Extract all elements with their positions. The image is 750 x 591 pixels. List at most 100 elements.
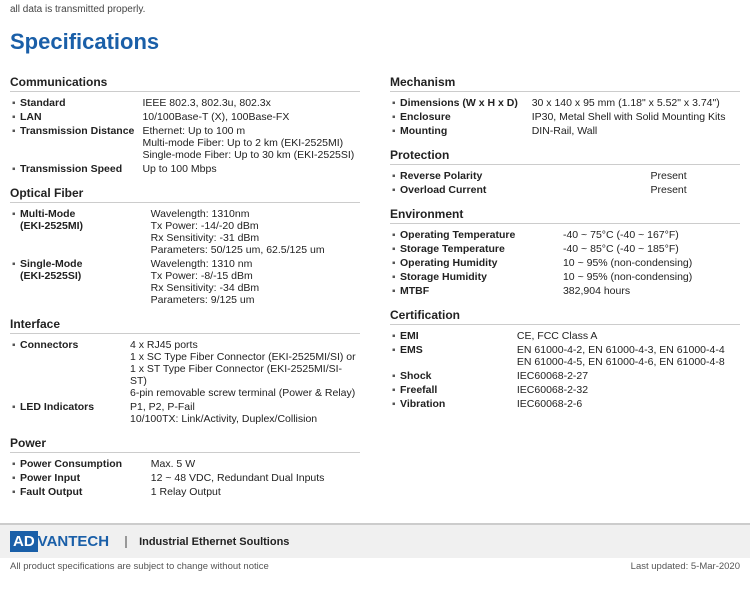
spec-value: -40 ~ 85°C (-40 ~ 185°F) xyxy=(561,242,740,256)
bullet-icon: ▪ xyxy=(390,369,398,383)
main-content: Specifications Communications ▪StandardIE… xyxy=(0,21,750,509)
spec-value: IEC60068-2-32 xyxy=(515,383,740,397)
footer: ADVANTECH Industrial Ethernet Soultions xyxy=(0,523,750,558)
bullet-icon: ▪ xyxy=(10,207,18,257)
bullet-icon: ▪ xyxy=(390,183,398,197)
table-row: ▪VibrationIEC60068-2-6 xyxy=(390,397,740,411)
left-column: Communications ▪StandardIEEE 802.3, 802.3… xyxy=(10,65,370,499)
table-row: ▪EMSEN 61000-4-2, EN 61000-4-3, EN 61000… xyxy=(390,343,740,369)
bullet-icon: ▪ xyxy=(10,162,18,176)
table-row: ▪Transmission SpeedUp to 100 Mbps xyxy=(10,162,360,176)
spec-table: ▪Operating Temperature-40 ~ 75°C (-40 ~ … xyxy=(390,228,740,298)
bullet-icon: ▪ xyxy=(10,485,18,499)
bullet-icon: ▪ xyxy=(10,457,18,471)
table-row: ▪Power ConsumptionMax. 5 W xyxy=(10,457,360,471)
bullet-icon: ▪ xyxy=(10,124,18,162)
spec-value: 10 ~ 95% (non-condensing) xyxy=(561,270,740,284)
spec-value: 4 x RJ45 ports1 x SC Type Fiber Connecto… xyxy=(128,338,360,400)
spec-table: ▪Dimensions (W x H x D)30 x 140 x 95 mm … xyxy=(390,96,740,138)
bullet-icon: ▪ xyxy=(390,397,398,411)
spec-label: Storage Humidity xyxy=(398,270,561,284)
spec-label: Reverse Polarity xyxy=(398,169,648,183)
spec-label: Connectors xyxy=(18,338,128,400)
bullet-icon: ▪ xyxy=(390,124,398,138)
spec-value: IEC60068-2-27 xyxy=(515,369,740,383)
table-row: ▪StandardIEEE 802.3, 802.3u, 802.3x xyxy=(10,96,360,110)
spec-value: Up to 100 Mbps xyxy=(140,162,360,176)
table-row: ▪MountingDIN-Rail, Wall xyxy=(390,124,740,138)
top-note: all data is transmitted properly. xyxy=(0,0,750,21)
spec-value: CE, FCC Class A xyxy=(515,329,740,343)
bullet-icon: ▪ xyxy=(390,343,398,369)
spec-value: IEC60068-2-6 xyxy=(515,397,740,411)
spec-value: IEEE 802.3, 802.3u, 802.3x xyxy=(140,96,360,110)
spec-table: ▪Power ConsumptionMax. 5 W▪Power Input12… xyxy=(10,457,360,499)
spec-value: 1 Relay Output xyxy=(149,485,360,499)
table-row: ▪Transmission DistanceEthernet: Up to 10… xyxy=(10,124,360,162)
table-row: ▪FreefallIEC60068-2-32 xyxy=(390,383,740,397)
footer-left-note: All product specifications are subject t… xyxy=(10,561,269,572)
spec-value: 382,904 hours xyxy=(561,284,740,298)
spec-label: Power Input xyxy=(18,471,149,485)
spec-value: P1, P2, P-Fail10/100TX: Link/Activity, D… xyxy=(128,400,360,426)
table-row: ▪Fault Output1 Relay Output xyxy=(10,485,360,499)
spec-label: Single-Mode(EKI-2525SI) xyxy=(18,257,149,307)
spec-value: 30 x 140 x 95 mm (1.18" x 5.52" x 3.74") xyxy=(530,96,740,110)
logo-vantech-part: VANTECH xyxy=(38,533,109,550)
table-row: ▪Power Input12 ~ 48 VDC, Redundant Dual … xyxy=(10,471,360,485)
section-title-mechanism: Mechanism xyxy=(390,75,740,92)
footer-logo: ADVANTECH xyxy=(10,531,109,552)
table-row: ▪Operating Humidity10 ~ 95% (non-condens… xyxy=(390,256,740,270)
table-row: ▪EnclosureIP30, Metal Shell with Solid M… xyxy=(390,110,740,124)
spec-value: EN 61000-4-2, EN 61000-4-3, EN 61000-4-4… xyxy=(515,343,740,369)
bullet-icon: ▪ xyxy=(10,110,18,124)
spec-label: EMI xyxy=(398,329,515,343)
spec-value: 10/100Base-T (X), 100Base-FX xyxy=(140,110,360,124)
table-row: ▪LAN10/100Base-T (X), 100Base-FX xyxy=(10,110,360,124)
spec-value: IP30, Metal Shell with Solid Mounting Ki… xyxy=(530,110,740,124)
spec-label: EMS xyxy=(398,343,515,369)
spec-label: Shock xyxy=(398,369,515,383)
spec-label: Dimensions (W x H x D) xyxy=(398,96,530,110)
spec-label: Power Consumption xyxy=(18,457,149,471)
page-title: Specifications xyxy=(10,29,740,55)
table-row: ▪Operating Temperature-40 ~ 75°C (-40 ~ … xyxy=(390,228,740,242)
bullet-icon: ▪ xyxy=(10,257,18,307)
spec-label: Freefall xyxy=(398,383,515,397)
spec-value: Max. 5 W xyxy=(149,457,360,471)
bullet-icon: ▪ xyxy=(390,284,398,298)
spec-label: Transmission Speed xyxy=(18,162,140,176)
section-title-interface: Interface xyxy=(10,317,360,334)
spec-value: Present xyxy=(648,169,740,183)
spec-label: LED Indicators xyxy=(18,400,128,426)
bullet-icon: ▪ xyxy=(390,256,398,270)
bullet-icon: ▪ xyxy=(390,270,398,284)
spec-label: Operating Humidity xyxy=(398,256,561,270)
table-row: ▪Storage Humidity10 ~ 95% (non-condensin… xyxy=(390,270,740,284)
bullet-icon: ▪ xyxy=(10,338,18,400)
spec-value: -40 ~ 75°C (-40 ~ 167°F) xyxy=(561,228,740,242)
spec-table: ▪Connectors4 x RJ45 ports1 x SC Type Fib… xyxy=(10,338,360,426)
table-row: ▪Connectors4 x RJ45 ports1 x SC Type Fib… xyxy=(10,338,360,400)
spec-table: ▪StandardIEEE 802.3, 802.3u, 802.3x▪LAN1… xyxy=(10,96,360,176)
bullet-icon: ▪ xyxy=(390,242,398,256)
section-title-environment: Environment xyxy=(390,207,740,224)
spec-label: Storage Temperature xyxy=(398,242,561,256)
section-title-power: Power xyxy=(10,436,360,453)
spec-label: Enclosure xyxy=(398,110,530,124)
bullet-icon: ▪ xyxy=(390,169,398,183)
table-row: ▪Reverse PolarityPresent xyxy=(390,169,740,183)
spec-label: Mounting xyxy=(398,124,530,138)
table-row: ▪EMICE, FCC Class A xyxy=(390,329,740,343)
spec-label: Overload Current xyxy=(398,183,648,197)
section-title-communications: Communications xyxy=(10,75,360,92)
footer-bottom: All product specifications are subject t… xyxy=(0,558,750,575)
spec-value: Wavelength: 1310nmTx Power: -14/-20 dBmR… xyxy=(149,207,360,257)
spec-label: Vibration xyxy=(398,397,515,411)
bullet-icon: ▪ xyxy=(390,383,398,397)
spec-table: ▪Reverse PolarityPresent▪Overload Curren… xyxy=(390,169,740,197)
spec-value: Present xyxy=(648,183,740,197)
bullet-icon: ▪ xyxy=(10,96,18,110)
table-row: ▪MTBF382,904 hours xyxy=(390,284,740,298)
table-row: ▪ShockIEC60068-2-27 xyxy=(390,369,740,383)
